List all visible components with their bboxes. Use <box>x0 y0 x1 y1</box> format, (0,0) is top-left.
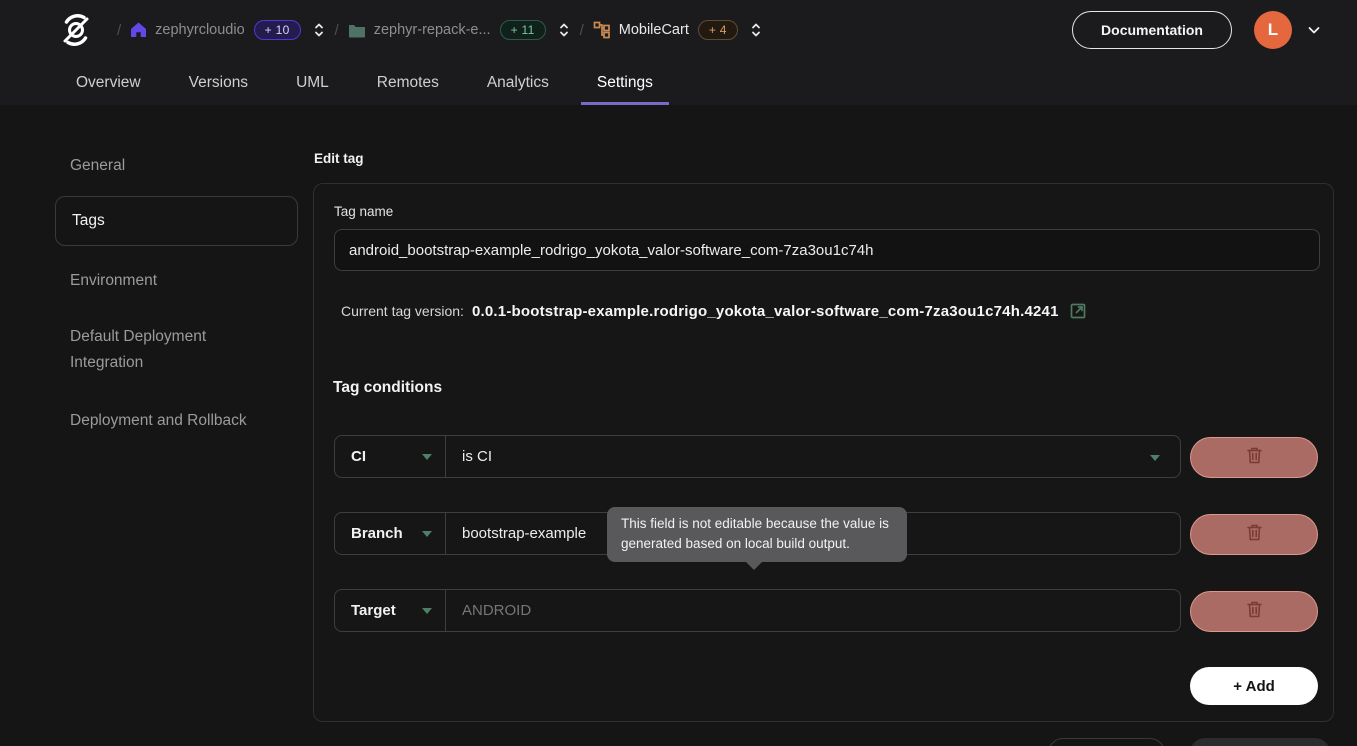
tag-name-label: Tag name <box>334 204 393 219</box>
condition-type-label: CI <box>351 448 366 465</box>
caret-down-icon <box>1150 455 1160 461</box>
user-avatar[interactable]: L <box>1254 11 1292 49</box>
breadcrumb-separator: / <box>117 22 121 39</box>
current-tag-version-label: Current tag version: <box>341 303 464 319</box>
condition-value-text: bootstrap-example <box>462 525 586 542</box>
home-icon <box>130 22 147 38</box>
delete-condition-button-ci[interactable] <box>1190 437 1318 478</box>
tab-versions[interactable]: Versions <box>173 60 264 105</box>
repo-count-badge[interactable]: + 11 <box>500 20 546 40</box>
app-switcher-unfold-icon[interactable] <box>749 21 763 39</box>
tab-overview[interactable]: Overview <box>60 60 157 105</box>
sidebar-item-tags[interactable]: Tags <box>55 196 298 246</box>
condition-type-label: Branch <box>351 525 403 542</box>
app-window: / zephyrcloudio + 10 / zephyr-repack-e..… <box>0 0 1357 746</box>
breadcrumb-repo[interactable]: zephyr-repack-e... <box>374 22 491 38</box>
condition-value-text: is CI <box>462 448 492 465</box>
account-menu-chevron-down-icon[interactable] <box>1306 22 1322 38</box>
repo-switcher-unfold-icon[interactable] <box>557 21 571 39</box>
condition-type-select-ci[interactable]: CI <box>334 435 446 478</box>
page-title: Edit tag <box>314 151 364 166</box>
sidebar-item-general[interactable]: General <box>70 153 125 179</box>
caret-down-icon <box>422 531 432 537</box>
condition-type-select-target[interactable]: Target <box>334 589 446 632</box>
bottom-right-partial-button[interactable] <box>1190 738 1330 746</box>
field-not-editable-tooltip: This field is not editable because the v… <box>607 507 907 562</box>
top-header: / zephyrcloudio + 10 / zephyr-repack-e..… <box>0 0 1357 105</box>
sidebar-item-default-deployment-integration[interactable]: Default Deployment Integration <box>70 324 280 376</box>
breadcrumb: / zephyrcloudio + 10 / zephyr-repack-e..… <box>56 4 763 56</box>
trash-icon <box>1246 523 1263 547</box>
condition-row-ci: CI is CI <box>334 435 1181 478</box>
tag-conditions-title: Tag conditions <box>333 379 442 397</box>
sidebar-item-deployment-and-rollback[interactable]: Deployment and Rollback <box>70 408 247 434</box>
edit-tag-card: Tag name Current tag version: 0.0.1-boot… <box>313 183 1334 722</box>
tag-name-input[interactable] <box>334 229 1320 271</box>
condition-type-label: Target <box>351 602 396 619</box>
add-condition-button[interactable]: + Add <box>1190 667 1318 705</box>
tab-settings[interactable]: Settings <box>581 60 669 105</box>
breadcrumb-org[interactable]: zephyrcloudio <box>155 22 244 38</box>
bottom-left-partial-button[interactable] <box>1048 738 1165 746</box>
tab-remotes[interactable]: Remotes <box>361 60 455 105</box>
main-nav-tabs: Overview Versions UML Remotes Analytics … <box>60 60 685 105</box>
tab-uml[interactable]: UML <box>280 60 345 105</box>
caret-down-icon <box>422 454 432 460</box>
tab-analytics[interactable]: Analytics <box>471 60 565 105</box>
breadcrumb-separator: / <box>580 22 584 39</box>
trash-icon <box>1246 600 1263 624</box>
external-link-icon[interactable] <box>1069 302 1087 320</box>
delete-condition-button-target[interactable] <box>1190 591 1318 632</box>
documentation-button[interactable]: Documentation <box>1072 11 1232 49</box>
app-count-badge[interactable]: + 4 <box>698 20 738 40</box>
settings-sidebar: General Tags Environment Default Deploym… <box>40 140 302 460</box>
breadcrumb-separator: / <box>335 22 339 39</box>
condition-value-field-target[interactable]: ANDROID <box>446 589 1181 632</box>
zephyr-logo[interactable] <box>56 10 96 50</box>
condition-type-select-branch[interactable]: Branch <box>334 512 446 555</box>
condition-row-target: Target ANDROID <box>334 589 1181 632</box>
current-tag-version-value: 0.0.1-bootstrap-example.rodrigo_yokota_v… <box>472 303 1059 320</box>
delete-condition-button-branch[interactable] <box>1190 514 1318 555</box>
folder-icon <box>348 23 366 38</box>
sidebar-item-environment[interactable]: Environment <box>70 268 157 294</box>
current-tag-version-line: Current tag version: 0.0.1-bootstrap-exa… <box>341 302 1087 320</box>
condition-value-select-ci[interactable]: is CI <box>446 435 1181 478</box>
org-switcher-unfold-icon[interactable] <box>312 21 326 39</box>
condition-value-text: ANDROID <box>462 602 531 619</box>
caret-down-icon <box>422 608 432 614</box>
breadcrumb-app[interactable]: MobileCart <box>619 22 689 38</box>
org-count-badge[interactable]: + 10 <box>254 20 301 40</box>
trash-icon <box>1246 446 1263 470</box>
sitemap-icon <box>593 21 611 39</box>
